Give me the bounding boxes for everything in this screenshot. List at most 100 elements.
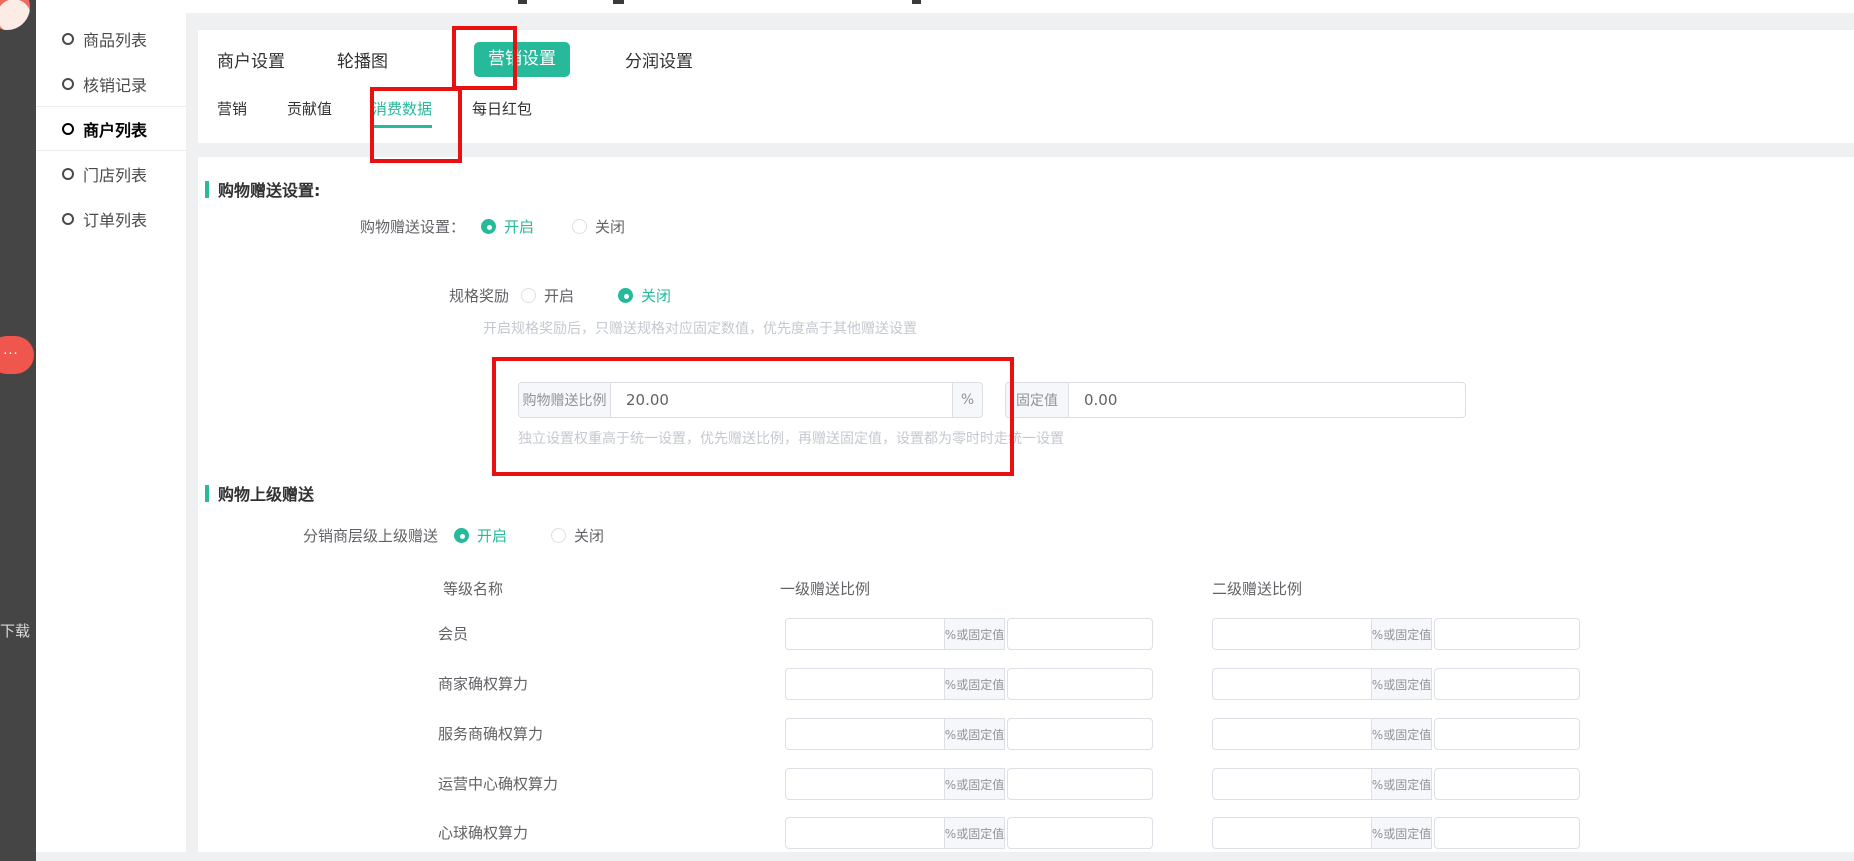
radio-unchecked-icon — [551, 528, 566, 543]
level2-ratio-cell: %或固定值 — [1212, 817, 1580, 849]
radio-option-label: 开启 — [477, 525, 507, 546]
unit-label: %或固定值 — [1372, 768, 1432, 800]
level2-ratio-cell: %或固定值 — [1212, 718, 1580, 750]
download-link[interactable]: 下载 — [0, 620, 36, 641]
section-title: 购物赠送设置: — [218, 177, 320, 201]
subtab-consume-data[interactable]: 消费数据 — [372, 98, 432, 128]
gift-switch-on-radio[interactable]: 开启 — [481, 216, 534, 237]
tab-merchant-settings[interactable]: 商户设置 — [217, 47, 285, 72]
ratio-input[interactable] — [785, 668, 945, 700]
more-bubble-icon[interactable]: ... — [0, 336, 34, 374]
sidebar-item-store-list[interactable]: 门店列表 — [36, 151, 186, 196]
ratio-input[interactable] — [1212, 668, 1372, 700]
ratio-input[interactable] — [1212, 817, 1372, 849]
level2-ratio-cell: %或固定值 — [1212, 768, 1580, 800]
level1-ratio-cell: %或固定值 — [785, 768, 1153, 800]
spec-reward-on-radio[interactable]: 开启 — [521, 285, 574, 306]
sidebar-item-verify-records[interactable]: 核销记录 — [36, 61, 186, 106]
distributor-upper-gift-label: 分销商层级上级赠送 — [303, 525, 438, 546]
fixed-input[interactable] — [1007, 768, 1153, 800]
distributor-upper-gift-row: 分销商层级上级赠送 开启 关闭 — [303, 521, 604, 549]
spec-reward-off-radio[interactable]: 关闭 — [618, 285, 671, 306]
tab-carousel[interactable]: 轮播图 — [337, 47, 388, 72]
table-row-label: 会员 — [438, 618, 468, 650]
table-row-label: 商家确权算力 — [438, 668, 528, 700]
sidebar-item-label: 核销记录 — [83, 72, 147, 96]
circle-icon — [62, 213, 74, 225]
ratio-input[interactable] — [785, 768, 945, 800]
subtab-contribution[interactable]: 贡献值 — [287, 98, 332, 128]
fixed-input[interactable] — [1007, 718, 1153, 750]
unit-label: %或固定值 — [1372, 718, 1432, 750]
ratio-input[interactable] — [785, 618, 945, 650]
primary-tab-bar: 商户设置 轮播图 营销设置 分润设置 — [217, 42, 745, 77]
percent-append-label: % — [953, 382, 983, 418]
unit-label: %或固定值 — [945, 768, 1005, 800]
subtab-label: 消费数据 — [372, 100, 432, 118]
level2-ratio-cell: %或固定值 — [1212, 618, 1580, 650]
fixed-input[interactable] — [1007, 817, 1153, 849]
spec-reward-row: 规格奖励 开启 关闭 — [198, 281, 671, 309]
ratio-input[interactable] — [785, 718, 945, 750]
sidebar-item-order-list[interactable]: 订单列表 — [36, 196, 186, 241]
ratio-input[interactable] — [785, 817, 945, 849]
unit-label: %或固定值 — [945, 618, 1005, 650]
content-card: 购物赠送设置: 购物赠送设置： 开启 关闭 规格奖励 开启 关闭 — [198, 157, 1854, 852]
radio-option-label: 关闭 — [641, 285, 671, 306]
tab-marketing-settings[interactable]: 营销设置 — [474, 42, 570, 77]
sidebar-item-label: 商品列表 — [83, 27, 147, 51]
sidebar-item-merchant-list[interactable]: 商户列表 — [36, 106, 186, 151]
radio-option-label: 开启 — [544, 285, 574, 306]
radio-checked-icon — [618, 288, 633, 303]
subtab-marketing[interactable]: 营销 — [217, 98, 247, 128]
unit-label: %或固定值 — [1372, 817, 1432, 849]
radio-option-label: 关闭 — [574, 525, 604, 546]
circle-icon — [62, 123, 74, 135]
subtab-daily-redpacket[interactable]: 每日红包 — [472, 98, 532, 128]
gift-switch-row: 购物赠送设置： 开启 关闭 — [198, 212, 625, 240]
section-gift-settings-header: 购物赠送设置: — [205, 177, 320, 201]
distributor-on-radio[interactable]: 开启 — [454, 525, 507, 546]
circle-icon — [62, 33, 74, 45]
fixed-input[interactable] — [1434, 817, 1580, 849]
fixed-value-input[interactable] — [1068, 382, 1466, 418]
unit-label: %或固定值 — [945, 817, 1005, 849]
table-header-level2-ratio: 二级赠送比例 — [1212, 578, 1302, 599]
section-bar-icon — [205, 181, 209, 198]
level2-ratio-cell: %或固定值 — [1212, 668, 1580, 700]
tab-profit-settings[interactable]: 分润设置 — [625, 47, 693, 72]
spec-reward-note: 开启规格奖励后，只赠送规格对应固定数值，优先度高于其他赠送设置 — [483, 318, 917, 338]
gift-switch-off-radio[interactable]: 关闭 — [572, 216, 625, 237]
sidebar-item-goods-list[interactable]: 商品列表 — [36, 16, 186, 61]
gift-ratio-input-group: 购物赠送比例 % — [518, 382, 983, 418]
table-row-label: 运营中心确权算力 — [438, 768, 558, 800]
ratio-input[interactable] — [1212, 618, 1372, 650]
gift-ratio-input-label: 购物赠送比例 — [518, 382, 610, 418]
secondary-tab-bar: 营销 贡献值 消费数据 每日红包 — [217, 98, 572, 124]
circle-icon — [62, 78, 74, 90]
fixed-input[interactable] — [1434, 768, 1580, 800]
ratio-input[interactable] — [1212, 768, 1372, 800]
level1-ratio-cell: %或固定值 — [785, 718, 1153, 750]
fixed-input[interactable] — [1007, 668, 1153, 700]
gift-switch-label: 购物赠送设置： — [198, 216, 465, 237]
ratio-input[interactable] — [1212, 718, 1372, 750]
fixed-input[interactable] — [1434, 668, 1580, 700]
sidebar-item-label: 门店列表 — [83, 162, 147, 186]
fixed-input[interactable] — [1434, 718, 1580, 750]
radio-unchecked-icon — [572, 219, 587, 234]
radio-unchecked-icon — [521, 288, 536, 303]
distributor-off-radio[interactable]: 关闭 — [551, 525, 604, 546]
fixed-input[interactable] — [1007, 618, 1153, 650]
left-rail: ... 下载 — [0, 0, 36, 861]
table-row-label: 心球确权算力 — [438, 817, 528, 849]
fixed-value-input-label: 固定值 — [1005, 382, 1068, 418]
unit-label: %或固定值 — [1372, 618, 1432, 650]
sidebar: 商品列表 核销记录 商户列表 门店列表 订单列表 — [36, 0, 186, 852]
gift-ratio-input[interactable] — [610, 382, 953, 418]
sidebar-item-label: 订单列表 — [83, 207, 147, 231]
sidebar-item-label: 商户列表 — [83, 117, 147, 141]
active-underline — [372, 125, 432, 128]
radio-option-label: 开启 — [504, 216, 534, 237]
fixed-input[interactable] — [1434, 618, 1580, 650]
